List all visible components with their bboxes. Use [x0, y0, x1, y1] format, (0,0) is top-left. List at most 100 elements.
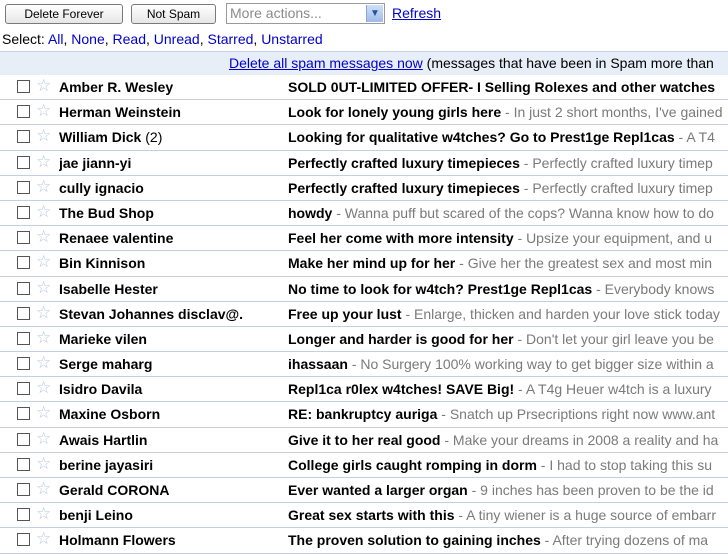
message-subject[interactable]: Looking for qualitative w4tches? Go to P…: [288, 125, 715, 149]
message-row[interactable]: ☆ The Bud Shop howdy - Wanna puff but sca…: [0, 200, 728, 227]
star-icon[interactable]: ☆: [36, 479, 51, 499]
star-icon[interactable]: ☆: [36, 202, 51, 222]
sender-name[interactable]: jae jiann-yi: [59, 151, 284, 175]
not-spam-button[interactable]: Not Spam: [131, 4, 216, 24]
star-icon[interactable]: ☆: [36, 378, 51, 398]
sender-name[interactable]: Isabelle Hester: [59, 277, 284, 301]
star-icon[interactable]: ☆: [36, 227, 51, 247]
message-subject[interactable]: RE: bankruptcy auriga - Snatch up Prsecr…: [288, 402, 715, 426]
sender-name[interactable]: Maxine Osborn: [59, 402, 284, 426]
message-row[interactable]: ☆ Herman Weinstein Look for lonely young …: [0, 100, 728, 126]
message-subject[interactable]: Perfectly crafted luxury timepieces - Pe…: [288, 151, 713, 175]
sender-name[interactable]: Awais Hartlin: [59, 428, 284, 452]
message-subject[interactable]: Give it to her real good - Make your dre…: [288, 428, 718, 452]
sender-name[interactable]: William Dick (2): [59, 125, 284, 149]
select-checkbox[interactable]: [17, 80, 30, 93]
message-subject[interactable]: Make her mind up for her - Give her the …: [288, 251, 712, 275]
select-starred-link[interactable]: Starred: [207, 31, 253, 47]
message-subject[interactable]: Free up your lust - Enlarge, thicken and…: [288, 302, 720, 326]
star-icon[interactable]: ☆: [36, 504, 51, 524]
sender-name[interactable]: Stevan Johannes disclav@.: [59, 302, 284, 326]
star-icon[interactable]: ☆: [36, 454, 51, 474]
star-icon[interactable]: ☆: [36, 252, 51, 272]
select-checkbox[interactable]: [17, 306, 30, 320]
select-checkbox[interactable]: [17, 483, 30, 496]
message-subject[interactable]: No time to look for w4tch? Prest1ge Repl…: [288, 277, 714, 301]
message-row[interactable]: ☆ Stevan Johannes disclav@. Free up your …: [0, 301, 728, 327]
message-subject[interactable]: Perfectly crafted luxury timepieces - Pe…: [288, 176, 713, 200]
select-checkbox[interactable]: [17, 231, 30, 245]
select-all-link[interactable]: All: [48, 31, 64, 47]
select-read-link[interactable]: Read: [113, 31, 146, 47]
star-icon[interactable]: ☆: [36, 328, 51, 348]
select-checkbox[interactable]: [17, 180, 30, 194]
message-row[interactable]: ☆ Bin Kinnison Make her mind up for her -…: [0, 251, 728, 277]
star-icon[interactable]: ☆: [36, 152, 51, 172]
message-row[interactable]: ☆ Isidro Davila Repl1ca r0lex w4tches! SA…: [0, 377, 728, 403]
sender-name[interactable]: Herman Weinstein: [59, 100, 284, 124]
star-icon[interactable]: ☆: [36, 353, 51, 373]
message-subject[interactable]: Feel her come with more intensity - Upsi…: [288, 226, 712, 250]
message-row[interactable]: ☆ Isabelle Hester No time to look for w4t…: [0, 276, 728, 302]
star-icon[interactable]: ☆: [36, 529, 51, 549]
message-subject[interactable]: Ever wanted a larger organ - 9 inches ha…: [288, 478, 714, 502]
select-unread-link[interactable]: Unread: [154, 31, 200, 47]
sender-name[interactable]: Amber R. Wesley: [59, 75, 284, 99]
message-subject[interactable]: Repl1ca r0lex w4tches! SAVE Big! - A T4g…: [288, 377, 712, 401]
select-checkbox[interactable]: [17, 407, 30, 421]
chevron-down-icon[interactable]: ▼: [366, 5, 383, 22]
message-row[interactable]: ☆ Maxine Osborn RE: bankruptcy auriga - S…: [0, 402, 728, 428]
sender-name[interactable]: Isidro Davila: [59, 377, 284, 401]
select-unstarred-link[interactable]: Unstarred: [261, 31, 322, 47]
star-icon[interactable]: ☆: [36, 76, 51, 96]
message-subject[interactable]: Look for lonely young girls here - In ju…: [288, 100, 722, 124]
sender-name[interactable]: Renaee valentine: [59, 226, 284, 250]
message-subject[interactable]: The proven solution to gaining inches - …: [288, 528, 708, 552]
star-icon[interactable]: ☆: [36, 126, 51, 146]
star-icon[interactable]: ☆: [36, 403, 51, 423]
sender-name[interactable]: Serge maharg: [59, 352, 284, 376]
sender-name[interactable]: berine jayasiri: [59, 453, 284, 477]
select-checkbox[interactable]: [17, 205, 30, 219]
sender-name[interactable]: The Bud Shop: [59, 201, 284, 225]
select-checkbox[interactable]: [17, 432, 30, 446]
sender-name[interactable]: benji Leino: [59, 503, 284, 527]
refresh-link[interactable]: Refresh: [392, 5, 441, 21]
select-checkbox[interactable]: [17, 155, 30, 169]
select-checkbox[interactable]: [17, 508, 30, 522]
sender-name[interactable]: cully ignacio: [59, 176, 284, 200]
message-row[interactable]: ☆ Holmann Flowers The proven solution to …: [0, 528, 728, 554]
sender-name[interactable]: Bin Kinnison: [59, 251, 284, 275]
more-actions-select[interactable]: More actions... ▼: [226, 3, 385, 24]
message-row[interactable]: ☆ Renaee valentine Feel her come with mor…: [0, 226, 728, 252]
message-subject[interactable]: ihassaan - No Surgery 100% working way t…: [288, 352, 714, 376]
message-row[interactable]: ☆ Awais Hartlin Give it to her real good …: [0, 427, 728, 453]
message-subject[interactable]: SOLD 0UT-LIMITED OFFER- I Selling Rolexe…: [288, 75, 715, 99]
message-subject[interactable]: Longer and harder is good for her - Don'…: [288, 327, 714, 351]
message-row[interactable]: ☆ Marieke vilen Longer and harder is good…: [0, 326, 728, 353]
select-checkbox[interactable]: [17, 256, 30, 270]
select-checkbox[interactable]: [17, 457, 30, 471]
delete-all-spam-link[interactable]: Delete all spam messages now: [229, 55, 423, 71]
select-none-link[interactable]: None: [71, 31, 104, 47]
message-row[interactable]: ☆ cully ignacio Perfectly crafted luxury …: [0, 175, 728, 201]
select-checkbox[interactable]: [17, 105, 30, 119]
delete-forever-button[interactable]: Delete Forever: [5, 4, 123, 24]
message-subject[interactable]: Great sex starts with this - A tiny wien…: [288, 503, 716, 527]
sender-name[interactable]: Holmann Flowers: [59, 528, 284, 552]
message-subject[interactable]: College girls caught romping in dorm - I…: [288, 453, 712, 477]
sender-name[interactable]: Marieke vilen: [59, 327, 284, 351]
message-row[interactable]: ☆ berine jayasiri College girls caught ro…: [0, 452, 728, 478]
select-checkbox[interactable]: [17, 281, 30, 295]
select-checkbox[interactable]: [17, 357, 30, 371]
star-icon[interactable]: ☆: [36, 101, 51, 121]
message-row[interactable]: ☆ benji Leino Great sex starts with this …: [0, 503, 728, 529]
select-checkbox[interactable]: [17, 382, 30, 396]
select-checkbox[interactable]: [17, 331, 30, 345]
message-row[interactable]: ☆ jae jiann-yi Perfectly crafted luxury t…: [0, 150, 728, 176]
star-icon[interactable]: ☆: [36, 278, 51, 298]
select-checkbox[interactable]: [17, 130, 30, 144]
message-row[interactable]: ☆ Gerald CORONA Ever wanted a larger orga…: [0, 478, 728, 504]
message-subject[interactable]: howdy - Wanna puff but scared of the cop…: [288, 201, 714, 225]
message-row[interactable]: ☆ Amber R. Wesley SOLD 0UT-LIMITED OFFER-…: [0, 75, 728, 101]
